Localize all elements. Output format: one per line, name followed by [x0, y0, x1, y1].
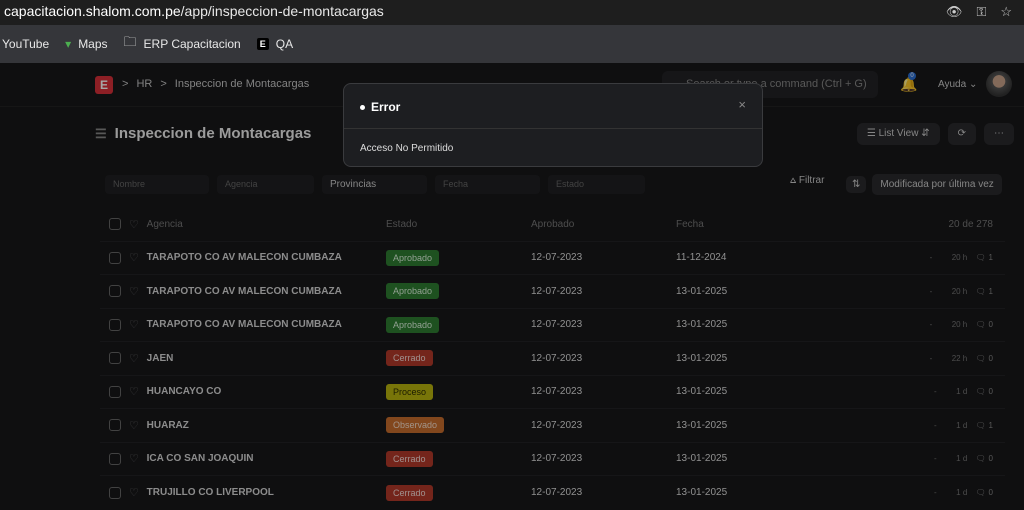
bookmarks-bar: YouTube ▾ Maps 🗀 ERP Capacitacion E QA: [0, 25, 1024, 63]
url-text[interactable]: capacitacion.shalom.com.pe/app/inspeccio…: [4, 3, 384, 19]
erp-logo-icon: E: [256, 38, 269, 50]
key-icon[interactable]: ⚿: [976, 4, 986, 20]
dialog-message: Acceso No Permitido: [360, 143, 454, 154]
tracking-off-icon[interactable]: 👁: [946, 4, 963, 20]
star-icon[interactable]: ☆: [1000, 4, 1012, 20]
dialog-title: Error: [360, 100, 400, 114]
folder-icon: 🗀: [123, 34, 137, 49]
browser-address-bar[interactable]: capacitacion.shalom.com.pe/app/inspeccio…: [0, 0, 1024, 25]
close-icon[interactable]: ×: [738, 97, 746, 112]
bookmark-erp-capacitacion[interactable]: 🗀 ERP Capacitacion: [124, 33, 241, 55]
error-dialog: Error × Acceso No Permitido: [343, 83, 763, 167]
bookmark-youtube[interactable]: YouTube: [2, 37, 49, 51]
bookmark-qa[interactable]: E QA: [256, 37, 293, 51]
maps-pin-icon: ▾: [65, 37, 72, 51]
bookmark-maps[interactable]: ▾ Maps: [65, 37, 107, 51]
